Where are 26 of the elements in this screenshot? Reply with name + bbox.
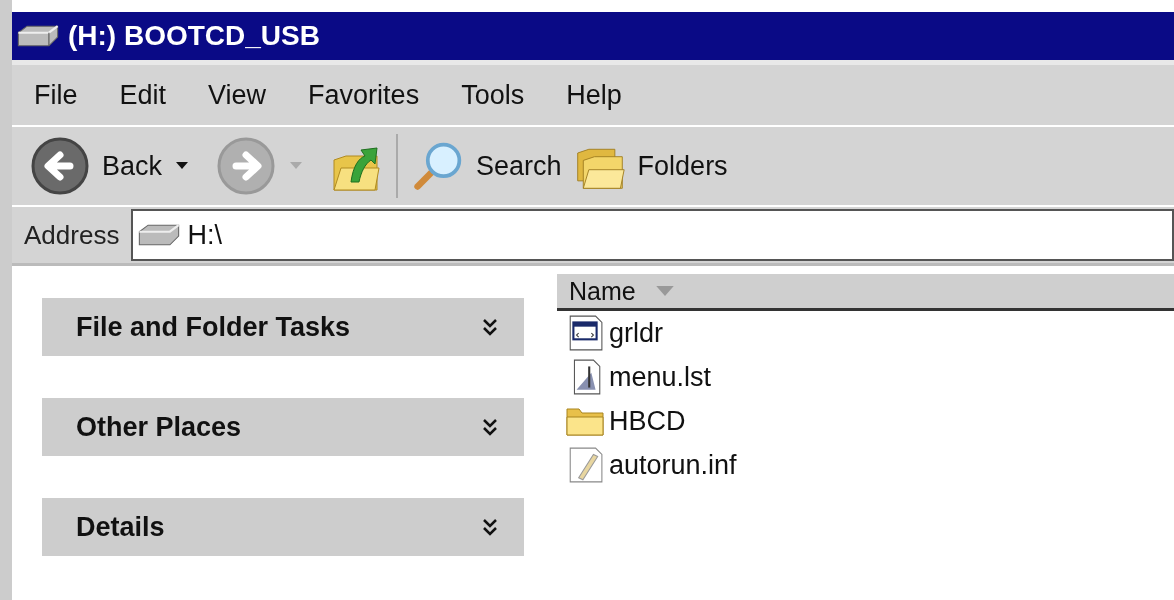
file-name[interactable]: HBCD bbox=[609, 405, 686, 437]
chevron-icon[interactable] bbox=[482, 518, 498, 536]
chevron-icon[interactable] bbox=[482, 418, 498, 436]
task-panel-header[interactable]: Other Places bbox=[42, 398, 524, 456]
drive-icon bbox=[137, 223, 182, 247]
file-name[interactable]: menu.lst bbox=[609, 361, 712, 393]
window-title: (H:) BOOTCD_USB bbox=[68, 20, 320, 52]
address-label: Address bbox=[24, 219, 120, 251]
folders-button[interactable]: Folders bbox=[567, 134, 734, 198]
drive-icon bbox=[16, 24, 60, 48]
address-field[interactable]: H:\ bbox=[131, 209, 1174, 261]
file-name[interactable]: autorun.inf bbox=[609, 449, 737, 481]
chevron-icon[interactable] bbox=[482, 318, 498, 336]
menu-item[interactable]: Help bbox=[566, 79, 642, 111]
task-panel-header[interactable]: Details bbox=[42, 498, 524, 556]
menu-item[interactable]: Edit bbox=[119, 79, 187, 111]
dropdown-caret-icon[interactable] bbox=[176, 162, 189, 170]
menu-item[interactable]: Tools bbox=[461, 79, 545, 111]
menu-item[interactable]: File bbox=[34, 79, 98, 111]
back-button[interactable]: Back bbox=[24, 132, 169, 200]
menu-item[interactable]: View bbox=[208, 79, 287, 111]
sort-caret-icon bbox=[655, 286, 674, 296]
search-button[interactable]: Search bbox=[406, 134, 568, 198]
file-name[interactable]: grldr bbox=[609, 317, 663, 349]
task-panel-header[interactable]: File and Folder Tasks bbox=[42, 298, 524, 356]
menu-item[interactable]: Favorites bbox=[308, 79, 440, 111]
